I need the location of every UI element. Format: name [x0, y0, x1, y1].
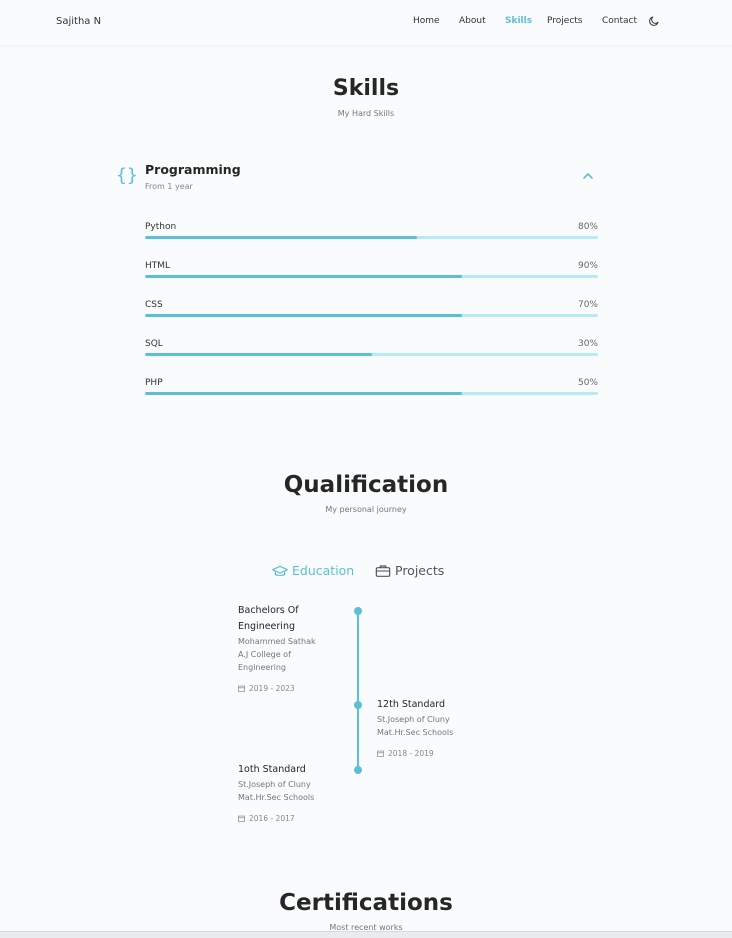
skill-percent: 80% — [577, 222, 598, 232]
qualification-date-text: 2019 - 2023 — [249, 684, 295, 693]
skill-bar-fill — [145, 275, 463, 278]
curly-braces-icon: {} — [116, 165, 138, 186]
skill-bar-fill — [145, 236, 417, 239]
nav-skills[interactable]: Skills — [505, 16, 532, 26]
qualification-item: 1oth Standard St.Joseph of Cluny Mat.Hr.… — [238, 762, 353, 823]
qualification-title-line: 1oth Standard — [238, 764, 306, 775]
skill-bar-track — [145, 314, 598, 317]
qualification-date: 2019 - 2023 — [238, 684, 353, 693]
qualification-title-line: Bachelors Of — [238, 605, 299, 616]
timeline-dot — [354, 766, 362, 774]
timeline-dot — [354, 607, 362, 615]
skill-name: Python — [145, 222, 177, 232]
qualification-institution: Engineering — [238, 663, 286, 672]
horizontal-scrollbar[interactable] — [0, 931, 732, 938]
skills-subtitle: My Hard Skills — [337, 109, 395, 118]
qualification-item: 12th Standard St.Joseph of Cluny Mat.Hr.… — [377, 697, 492, 758]
qualification-institution: St.Joseph of Cluny — [238, 780, 311, 789]
tab-projects[interactable]: Projects — [375, 563, 444, 578]
qualification-institution: St.Joseph of Cluny — [377, 715, 450, 724]
tab-projects-label: Projects — [395, 563, 445, 578]
skill-percent: 70% — [577, 300, 598, 310]
moon-icon[interactable] — [648, 15, 660, 27]
qualification-date-text: 2016 - 2017 — [249, 814, 295, 823]
qualification-date: 2018 - 2019 — [377, 749, 492, 758]
skills-group-title: Programming — [145, 162, 241, 177]
qualification-institution: Mat.Hr.Sec Schools — [377, 728, 454, 737]
qualification-subtitle: My personal journey — [325, 505, 407, 514]
nav-home[interactable]: Home — [413, 16, 440, 26]
qualification-title: Qualification — [283, 472, 449, 498]
skill-percent: 50% — [577, 378, 598, 388]
qualification-institution: A.J College of — [238, 650, 291, 659]
nav-about[interactable]: About — [459, 16, 486, 26]
qualification-institution: Mohammed Sathak — [238, 637, 316, 646]
timeline-dot — [354, 701, 362, 709]
skill-name: HTML — [145, 261, 171, 271]
qualification-date: 2016 - 2017 — [238, 814, 353, 823]
skill-bar-track — [145, 392, 598, 395]
skill-name: SQL — [145, 339, 163, 349]
graduation-cap-icon — [272, 565, 288, 576]
calendar-icon — [377, 750, 384, 757]
skill-bar-track — [145, 236, 598, 239]
skill-name: PHP — [145, 378, 163, 388]
timeline-line — [357, 611, 359, 770]
skill-bar-fill — [145, 353, 372, 356]
certifications-title: Certifications — [279, 890, 453, 916]
skills-group-subtitle: From 1 year — [145, 182, 193, 191]
chevron-up-icon[interactable] — [582, 171, 594, 181]
qualification-title-line: Engineering — [238, 621, 295, 632]
tab-education[interactable]: Education — [272, 563, 354, 578]
calendar-icon — [238, 815, 245, 822]
skill-bar-track — [145, 275, 598, 278]
nav-projects[interactable]: Projects — [547, 16, 582, 26]
skills-title: Skills — [332, 76, 400, 101]
skill-bar-fill — [145, 392, 463, 395]
qualification-title-line: 12th Standard — [377, 699, 446, 710]
skill-bar-track — [145, 353, 598, 356]
briefcase-icon — [375, 565, 391, 577]
calendar-icon — [238, 685, 245, 692]
skill-bar-fill — [145, 314, 463, 317]
skill-name: CSS — [145, 300, 163, 310]
header: Sajitha N Home About Skills Projects Con… — [0, 0, 732, 45]
logo[interactable]: Sajitha N — [56, 16, 101, 27]
qualification-item: Bachelors Of Engineering Mohammed Sathak… — [238, 603, 353, 693]
skill-percent: 30% — [577, 339, 598, 349]
skill-percent: 90% — [577, 261, 598, 271]
qualification-date-text: 2018 - 2019 — [388, 749, 434, 758]
nav-contact[interactable]: Contact — [602, 16, 637, 26]
tab-education-label: Education — [292, 563, 355, 578]
qualification-institution: Mat.Hr.Sec Schools — [238, 793, 315, 802]
